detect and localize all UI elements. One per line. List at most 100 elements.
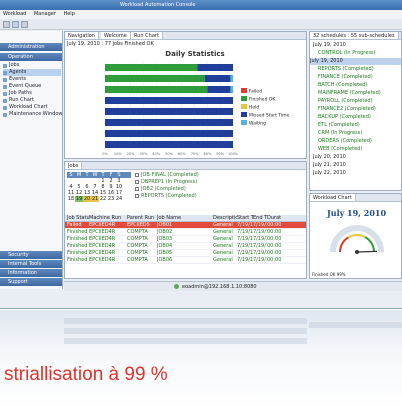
bar-segment: [207, 86, 231, 93]
column-header[interactable]: Machine Run: [89, 215, 127, 221]
checkbox-icon[interactable]: [135, 193, 139, 198]
checkbox-icon[interactable]: [135, 172, 139, 177]
table-row[interactable]: Finished OKEPCIIED4R COMPTA JOB03 General 7/…: [65, 236, 306, 243]
table-cell: 7/19/10: [253, 236, 267, 242]
calendar-day[interactable]: 22: [99, 196, 107, 202]
nav-item-event-queue[interactable]: Event Queue: [3, 83, 61, 90]
tab-run-chart[interactable]: Run Chart: [131, 32, 163, 39]
nav-item-jobs[interactable]: Jobs: [3, 62, 61, 69]
section-support[interactable]: Support: [0, 278, 62, 286]
calendar-day[interactable]: 19: [75, 196, 83, 202]
section-administration[interactable]: Administration: [0, 43, 62, 51]
table-row[interactable]: Finished OKEPCIIED4R COMPTA JOB05 General 7/…: [65, 250, 306, 257]
calendar-day[interactable]: 20: [83, 196, 91, 202]
statistics-view: Navigation Welcome Run Chart July 19, 20…: [64, 31, 307, 159]
tab-navigation[interactable]: Navigation: [65, 32, 99, 39]
selected-date: July 19, 2010: [326, 208, 387, 218]
menu-item-help[interactable]: Help: [63, 11, 74, 17]
table-cell: 7/19/10: [253, 222, 267, 228]
column-header[interactable]: Start Time: [237, 215, 253, 221]
tree-node[interactable]: July 22, 2010: [313, 170, 346, 177]
table-cell: 7/19/10: [253, 250, 267, 256]
tree-node[interactable]: FINANCE2 (Completed): [318, 106, 376, 113]
job-list-label: DBPREP1 (In Progress): [141, 179, 198, 185]
nav-item-run-chart[interactable]: Run Chart: [3, 97, 61, 104]
status-bar: eoadmin@192.168.1.10:8080: [64, 281, 402, 291]
legend-label: Failed: [249, 89, 262, 95]
column-header[interactable]: Parent Run: [127, 215, 157, 221]
table-cell: Finished OK: [67, 250, 89, 256]
legend-swatch: [241, 96, 247, 101]
chart-title: Daily Statistics: [165, 50, 225, 58]
nav-item-events[interactable]: Events: [3, 76, 61, 83]
bar-segment: [105, 75, 205, 82]
calendar[interactable]: S M T W T F S 1 2 3 4 5 6 7 8 9 10 11 12 13 14 15 16 17 18 19 20 21…: [67, 172, 131, 214]
table-cell: 7/19/10: [237, 236, 253, 242]
nav-item-workload-chart[interactable]: Workload Chart: [3, 104, 61, 111]
new-icon[interactable]: [3, 21, 10, 28]
tree-node[interactable]: July 21, 2010: [313, 162, 346, 169]
column-header[interactable]: Duration: [267, 215, 281, 221]
calendar-day[interactable]: 24: [115, 196, 123, 202]
table-cell: Finished OK: [67, 236, 89, 242]
bar-segment: [197, 64, 233, 71]
bar-segment: [105, 86, 208, 93]
table-cell: General: [213, 257, 233, 263]
section-internal-tools[interactable]: Internal Tools: [0, 260, 62, 268]
job-list-item[interactable]: JOB-FINAL (Completed): [135, 172, 303, 179]
tree-node[interactable]: CRM (In Progress): [318, 130, 362, 137]
section-information[interactable]: Information: [0, 269, 62, 277]
calendar-day[interactable]: 21: [91, 196, 99, 202]
tree-node[interactable]: July 19, 2010: [310, 58, 401, 65]
tree-node[interactable]: July 20, 2010: [313, 154, 346, 161]
refresh-icon[interactable]: [21, 21, 28, 28]
table-row[interactable]: Finished OKEPCIIED4R COMPTA JOB02 General 7/…: [65, 229, 306, 236]
tab-welcome[interactable]: Welcome: [101, 32, 131, 39]
nav-item-maintenance-window[interactable]: Maintenance Window: [3, 111, 62, 118]
tab-workload-chart[interactable]: Workload Chart: [310, 194, 356, 201]
job-list-item[interactable]: JOB2 (Completed): [135, 186, 303, 193]
nav-item-job-paths[interactable]: Job Paths: [3, 90, 61, 97]
connection-status-icon: [174, 284, 179, 289]
checkbox-icon[interactable]: [135, 179, 139, 184]
section-operation[interactable]: Operation: [0, 53, 62, 61]
tree-node[interactable]: WEB (Completed): [318, 146, 362, 153]
tree-node[interactable]: BATCH (Completed): [318, 82, 367, 89]
tree-node[interactable]: CONTROL (In Progress): [318, 50, 375, 57]
tree-node[interactable]: July 19, 2010: [313, 42, 346, 49]
section-security[interactable]: Security: [0, 251, 62, 259]
job-list-item[interactable]: DBPREP1 (In Progress): [135, 179, 303, 186]
calendar-day[interactable]: 23: [107, 196, 115, 202]
legend-label: Finished OK: [249, 97, 276, 103]
tab-jobs[interactable]: Jobs: [65, 162, 83, 169]
tree-node[interactable]: BACKUP (Completed): [318, 114, 371, 121]
column-header[interactable]: Description: [213, 215, 237, 221]
table-row[interactable]: Finished OKEPCIIED4R COMPTA JOB04 General 7/…: [65, 243, 306, 250]
column-header[interactable]: End Time: [253, 215, 267, 221]
save-icon[interactable]: [12, 21, 19, 28]
menu-item-manager[interactable]: Manager: [34, 11, 56, 17]
menu-item-workload[interactable]: Workload: [3, 11, 26, 17]
completion-gauge: [330, 225, 384, 254]
calendar-day[interactable]: 18: [67, 196, 75, 202]
nav-item-agents[interactable]: Agents: [3, 69, 61, 76]
bar-segment: [230, 86, 233, 93]
tree-node[interactable]: REPORTS (Completed): [318, 66, 374, 73]
table-cell: General: [213, 236, 233, 242]
table-row[interactable]: Failed EPCIIED4R EPCIIED5 JOB01 General 7/19/…: [65, 222, 306, 229]
table-cell: General: [213, 222, 233, 228]
tree-node[interactable]: ETL (Completed): [318, 122, 360, 129]
bar-segment: [105, 119, 233, 126]
checkbox-icon[interactable]: [135, 186, 139, 191]
table-row[interactable]: Finished OKEPCIIED4R COMPTA JOB06 General 7/…: [65, 257, 306, 264]
column-header[interactable]: Job Status: [65, 215, 89, 221]
tree-node[interactable]: FINANCE (Completed): [318, 74, 373, 81]
table-cell: 7/19/10: [237, 250, 253, 256]
bar-segment: [204, 75, 231, 82]
tree-node[interactable]: PAYROLL (Completed): [318, 98, 373, 105]
tree-node[interactable]: MAINFRAME (Completed): [318, 90, 381, 97]
date-panel: Workload Chart July 19, 2010 Finished OK…: [309, 193, 402, 279]
tree-node[interactable]: ORDERS (Completed): [318, 138, 372, 145]
column-header[interactable]: Job Name: [157, 215, 213, 221]
job-list-item[interactable]: REPORTS (Completed): [135, 193, 303, 200]
